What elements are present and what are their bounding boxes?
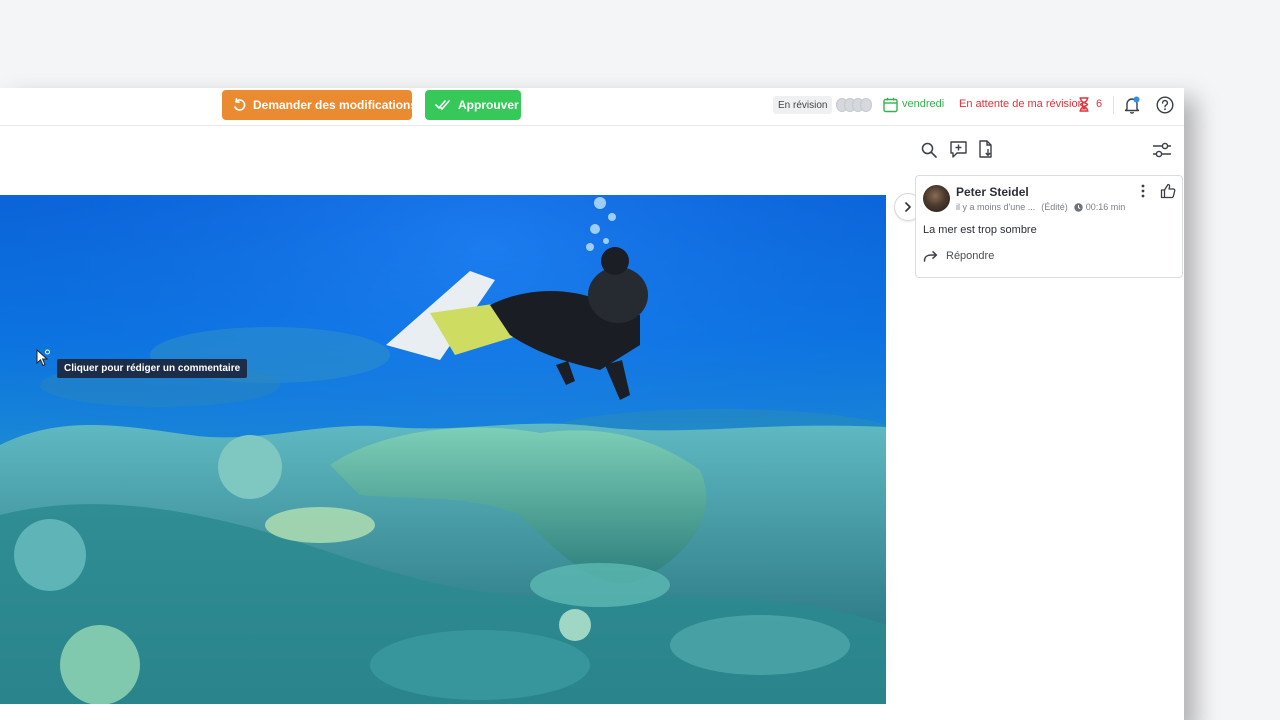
bell-icon[interactable] — [1124, 96, 1140, 114]
status-label: En révision — [778, 99, 828, 111]
review-window: Demander des modifications Approuver En … — [0, 88, 1184, 720]
comments-toolbar — [916, 138, 1180, 164]
search-icon[interactable] — [921, 142, 937, 158]
reviewer-dot — [860, 98, 872, 112]
approve-button[interactable]: Approuver — [425, 90, 521, 120]
divider — [1113, 96, 1114, 114]
due-date[interactable]: vendredi — [902, 98, 944, 110]
calendar-icon — [883, 97, 898, 113]
comment-tooltip: Cliquer pour rédiger un commentaire — [57, 359, 248, 378]
comment-timecode: 00:16 min — [1085, 202, 1126, 212]
like-icon[interactable] — [1160, 183, 1176, 199]
undo-arrow-icon — [234, 98, 246, 111]
avatar — [923, 185, 950, 212]
comment-time-ago: il y a moins d'une ... — [956, 202, 1036, 212]
double-check-icon — [435, 100, 450, 110]
hourglass-icon — [1079, 97, 1089, 112]
filter-sliders-icon[interactable] — [1152, 141, 1172, 159]
request-changes-label: Demander des modifications — [253, 98, 418, 112]
waiting-review-label[interactable]: En attente de ma révision — [959, 98, 1084, 110]
request-changes-button[interactable]: Demander des modifications — [222, 90, 417, 120]
edited-label: (Édité) — [1041, 202, 1068, 212]
comment-card[interactable]: Peter Steidel il y a moins d'une ... (Éd… — [915, 175, 1183, 278]
reviewers-progress[interactable] — [836, 98, 872, 112]
reply-button[interactable]: Répondre — [923, 250, 994, 262]
document-download-icon[interactable] — [978, 140, 994, 159]
tooltip-text: Cliquer pour rédiger un commentaire — [64, 363, 241, 374]
clock-icon — [1074, 202, 1083, 212]
comment-text: La mer est trop sombre — [923, 224, 1037, 236]
help-icon[interactable] — [1156, 96, 1174, 114]
comment-author: Peter Steidel — [956, 185, 1029, 199]
more-options-icon[interactable] — [1140, 184, 1146, 198]
cursor-icon — [36, 349, 50, 367]
timecode-link[interactable]: 00:16 min — [1074, 202, 1126, 212]
waiting-count-badge: 6 — [1096, 98, 1103, 110]
review-topbar: Demander des modifications Approuver En … — [0, 88, 1184, 126]
add-comment-icon[interactable] — [949, 140, 968, 159]
status-badge[interactable]: En révision — [773, 96, 833, 114]
reply-arrow-icon — [923, 251, 938, 262]
reply-label: Répondre — [946, 250, 995, 262]
chevron-right-icon — [905, 202, 911, 212]
approve-label: Approuver — [458, 98, 519, 112]
video-frame — [0, 195, 886, 704]
comment-meta: il y a moins d'une ... (Édité) 00:16 min — [956, 202, 1125, 212]
video-player[interactable]: Cliquer pour rédiger un commentaire — [0, 195, 886, 704]
